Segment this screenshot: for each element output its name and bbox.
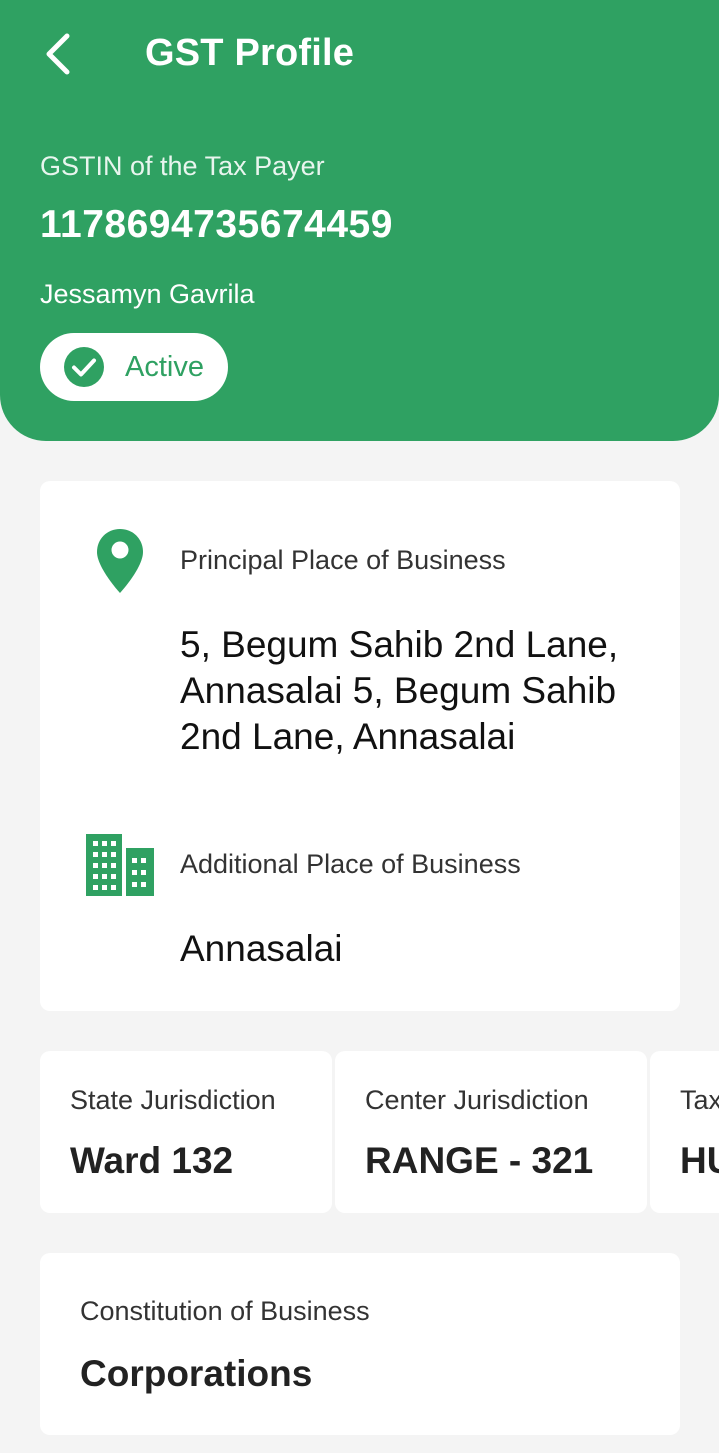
additional-place-address: Annasalai xyxy=(180,928,343,969)
principal-place-address: 5, Begum Sahib 2nd Lane, Annasalai 5, Be… xyxy=(180,624,619,757)
constitution-label: Constitution of Business xyxy=(80,1296,370,1326)
status-badge: Active xyxy=(40,333,228,401)
additional-place-label: Additional Place of Business xyxy=(180,849,521,879)
taxpayer-name: Jessamyn Gavrila xyxy=(40,279,255,309)
constitution-value: Corporations xyxy=(80,1353,313,1394)
back-button[interactable] xyxy=(36,30,80,78)
jurisdiction-card-center[interactable]: Center Jurisdiction RANGE - 321 xyxy=(335,1051,647,1213)
constitution-card: Constitution of Business Corporations xyxy=(40,1253,680,1435)
jurisdiction-carousel[interactable]: State Jurisdiction Ward 132 Center Juris… xyxy=(40,1051,719,1213)
gstin-value: 1178694735674459 xyxy=(40,203,393,246)
jurisdiction-card-state[interactable]: State Jurisdiction Ward 132 xyxy=(40,1051,332,1213)
jurisdiction-value: HU xyxy=(680,1140,719,1181)
profile-header: GST Profile GSTIN of the Tax Payer 11786… xyxy=(0,0,719,441)
jurisdiction-label: Tax xyxy=(680,1085,719,1115)
gstin-label: GSTIN of the Tax Payer xyxy=(40,151,325,181)
status-label: Active xyxy=(125,350,204,383)
check-circle-icon xyxy=(64,347,104,387)
principal-place-label: Principal Place of Business xyxy=(180,545,506,575)
page-title: GST Profile xyxy=(145,32,355,74)
business-places-card: Principal Place of Business 5, Begum Sah… xyxy=(40,481,680,1011)
chevron-left-icon xyxy=(46,33,70,75)
jurisdiction-value: RANGE - 321 xyxy=(365,1140,594,1181)
building-icon xyxy=(86,834,154,896)
jurisdiction-card-tax[interactable]: Tax HU xyxy=(650,1051,719,1213)
jurisdiction-value: Ward 132 xyxy=(70,1140,234,1181)
location-pin-icon xyxy=(97,529,143,593)
jurisdiction-label: State Jurisdiction xyxy=(70,1085,276,1115)
jurisdiction-label: Center Jurisdiction xyxy=(365,1085,589,1115)
